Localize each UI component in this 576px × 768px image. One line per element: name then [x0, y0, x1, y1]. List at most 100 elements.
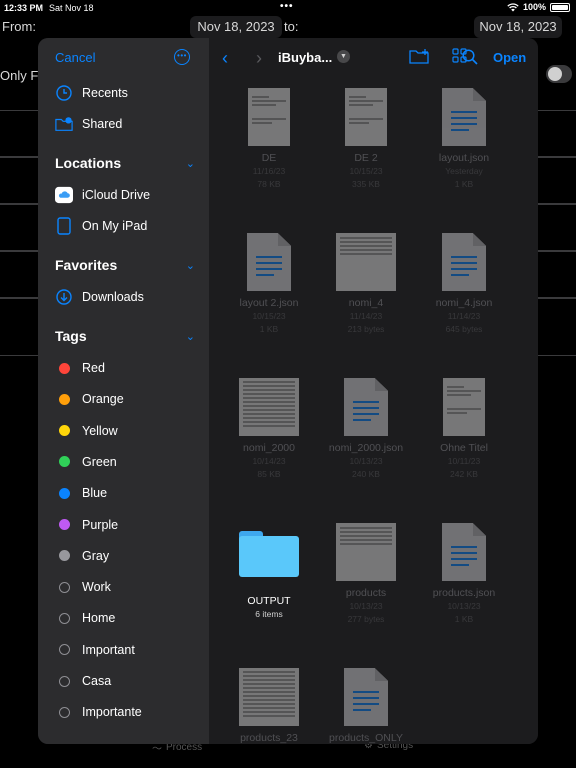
tag-empty-circle-icon [55, 703, 73, 721]
file-item[interactable]: nomi_4.json 11/14/23 645 bytes [414, 233, 514, 336]
sidebar-item-tag-red[interactable]: Red [55, 356, 205, 380]
file-item[interactable]: nomi_2000.json 10/13/23 240 KB [316, 378, 416, 481]
folder-item[interactable]: OUTPUT 6 items [219, 523, 319, 621]
sidebar-item-tag-gray[interactable]: Gray [55, 544, 205, 568]
section-title: Locations [55, 155, 122, 171]
file-name: products_ONLY [329, 732, 403, 744]
sidebar-item-label: Home [82, 611, 116, 626]
open-button[interactable]: Open [493, 50, 526, 65]
sidebar-item-recents[interactable]: Recents [55, 81, 205, 105]
file-item[interactable]: products_23 [219, 668, 319, 744]
sidebar-item-tag-home[interactable]: Home [55, 606, 205, 630]
file-size: 1 KB [259, 324, 279, 334]
sidebar-item-downloads[interactable]: Downloads [55, 285, 205, 309]
sidebar-item-label: Green [82, 454, 117, 469]
tag-color-dot-icon [55, 390, 73, 408]
spreadsheet-thumbnail-icon [336, 233, 396, 291]
file-date: 10/11/23 [447, 456, 481, 466]
file-item[interactable]: DE 11/16/23 78 KB [219, 88, 319, 191]
clock-icon [55, 84, 73, 102]
tag-color-dot-icon [55, 453, 73, 471]
file-size: 213 bytes [347, 324, 385, 334]
toolbar: ‹ › iBuyba... ▼ Open [209, 38, 538, 78]
sidebar-item-tag-yellow[interactable]: Yellow [55, 419, 205, 443]
file-size: 1 KB [454, 179, 474, 189]
sidebar-item-label: iCloud Drive [82, 188, 151, 202]
sidebar-item-tag-importante[interactable]: Importante [55, 700, 205, 724]
icloud-icon [55, 186, 73, 204]
sidebar-item-label: On My iPad [82, 219, 148, 233]
file-name: products.json [432, 587, 496, 599]
multitasking-dots-icon[interactable]: ••• [280, 1, 294, 12]
file-name: products_23 [240, 732, 298, 744]
forward-chevron-icon[interactable]: › [256, 48, 262, 69]
sidebar-item-label: Shared [82, 117, 123, 131]
sidebar-item-label: Gray [82, 548, 110, 563]
sidebar-item-tag-important[interactable]: Important [55, 638, 205, 662]
file-name: OUTPUT [247, 595, 291, 607]
status-indicators: 100% [507, 2, 570, 12]
file-name: nomi_2000 [243, 442, 295, 454]
sidebar-item-on-my-ipad[interactable]: On My iPad [55, 214, 205, 238]
only-toggle[interactable] [546, 65, 572, 83]
search-icon[interactable] [433, 49, 478, 70]
document-icon [442, 523, 486, 581]
file-date: 11/16/23 [252, 166, 286, 176]
folder-icon [239, 531, 299, 589]
favorites-section-header[interactable]: Favorites ⌄ [55, 255, 195, 275]
sidebar-item-label: Importante [82, 705, 142, 720]
file-item[interactable]: nomi_4 11/14/23 213 bytes [316, 233, 416, 336]
sidebar-item-tag-orange[interactable]: Orange [55, 387, 205, 411]
locations-section-header[interactable]: Locations ⌄ [55, 153, 195, 173]
tags-section-header[interactable]: Tags ⌄ [55, 326, 195, 346]
sidebar-item-label: Yellow [82, 423, 118, 438]
file-item[interactable]: Ohne Titel 10/11/23 242 KB [414, 378, 514, 481]
sidebar-item-icloud-drive[interactable]: iCloud Drive [55, 183, 205, 207]
pdf-thumbnail-icon [443, 378, 485, 436]
tag-color-dot-icon [55, 484, 73, 502]
folder-title[interactable]: iBuyba... [278, 50, 332, 65]
tag-empty-circle-icon [55, 609, 73, 627]
wifi-icon [507, 2, 519, 11]
back-chevron-icon[interactable]: ‹ [222, 48, 228, 69]
file-item[interactable]: nomi_2000 10/14/23 85 KB [219, 378, 319, 481]
cancel-button[interactable]: Cancel [55, 50, 95, 65]
from-date-picker[interactable]: Nov 18, 2023 [190, 16, 282, 38]
tag-color-dot-icon [55, 422, 73, 440]
pdf-thumbnail-icon [345, 88, 387, 146]
title-menu-chevron-icon[interactable]: ▼ [337, 50, 350, 63]
file-name: Ohne Titel [440, 442, 488, 454]
sidebar-item-tag-purple[interactable]: Purple [55, 513, 205, 537]
tag-color-dot-icon [55, 359, 73, 377]
file-size: 645 bytes [445, 324, 483, 334]
status-date: Sat Nov 18 [49, 3, 94, 13]
battery-icon [550, 2, 570, 12]
file-name: layout.json [438, 152, 490, 164]
sidebar-item-label: Casa [82, 674, 112, 688]
tag-color-dot-icon [55, 547, 73, 565]
to-date-picker[interactable]: Nov 18, 2023 [474, 16, 562, 38]
file-item[interactable]: products 10/13/23 277 bytes [316, 523, 416, 626]
chevron-down-icon: ⌄ [185, 157, 195, 170]
file-item[interactable]: products_ONLY [316, 668, 416, 744]
file-date: 11/14/23 [349, 311, 383, 321]
sidebar-item-tag-casa[interactable]: Casa [55, 669, 205, 693]
sidebar-item-tag-green[interactable]: Green [55, 450, 205, 474]
file-browser: ‹ › iBuyba... ▼ Open DE 11/16/23 78 KB D… [209, 38, 538, 744]
file-item[interactable]: products.json 10/13/23 1 KB [414, 523, 514, 626]
spreadsheet-thumbnail-icon [336, 523, 396, 581]
new-folder-icon[interactable] [409, 48, 431, 69]
sidebar-item-tag-blue[interactable]: Blue [55, 481, 205, 505]
more-options-icon[interactable]: ••• [174, 49, 190, 65]
file-date: 10/14/23 [252, 456, 286, 466]
sidebar-item-tag-work[interactable]: Work [55, 575, 205, 599]
file-item[interactable]: DE 2 10/15/23 335 KB [316, 88, 416, 191]
file-size: 78 KB [257, 179, 281, 189]
folder-item-count: 6 items [255, 609, 283, 619]
file-date: 10/13/23 [349, 601, 383, 611]
file-item[interactable]: layout 2.json 10/15/23 1 KB [219, 233, 319, 336]
file-date: 10/13/23 [447, 601, 481, 611]
sidebar-item-shared[interactable]: Shared [55, 112, 205, 136]
file-item[interactable]: layout.json Yesterday 1 KB [414, 88, 514, 191]
list-thumbnail-icon [239, 668, 299, 726]
